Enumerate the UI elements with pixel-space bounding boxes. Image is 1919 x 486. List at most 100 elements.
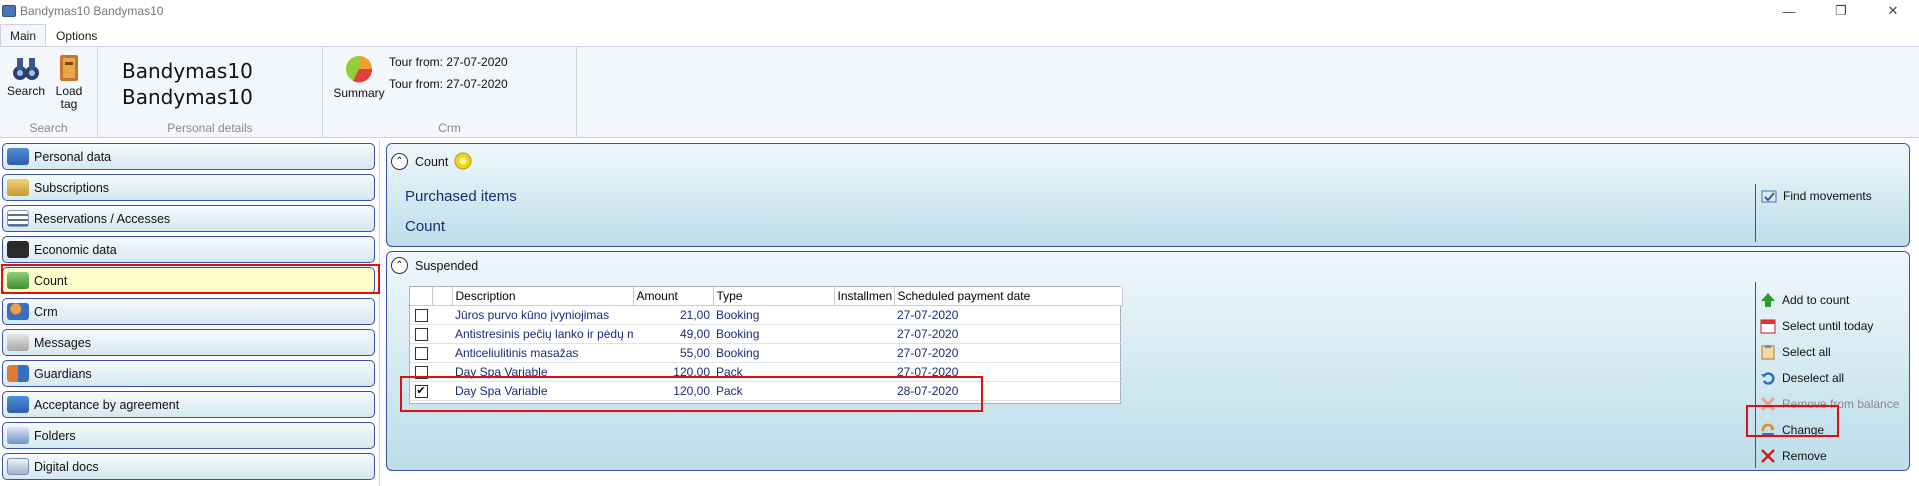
sidebar-item-subscriptions[interactable]: Subscriptions: [2, 174, 375, 201]
summary-label: Summary: [333, 86, 385, 100]
find-movements-button[interactable]: Find movements: [1761, 186, 1872, 206]
red-x-icon: [1760, 448, 1776, 464]
subscription-icon: [7, 179, 29, 196]
select-all-button[interactable]: Select all: [1760, 342, 1831, 362]
count-panel: ⌃ Count Purchased items Count Find movem…: [386, 143, 1910, 247]
sidebar: Personal data Subscriptions Reservations…: [0, 140, 380, 486]
sidebar-item-reservations[interactable]: Reservations / Accesses: [2, 205, 375, 232]
column-header-select[interactable]: [410, 287, 433, 306]
column-header-installment[interactable]: Installmen: [834, 287, 895, 306]
group-label-search: Search: [29, 121, 68, 135]
purchased-items-label: Purchased items: [405, 188, 517, 205]
cell-amount: 55,00: [633, 343, 713, 363]
highlight-box-selected-row: [400, 376, 983, 412]
suspended-panel-title: Suspended: [415, 259, 479, 273]
table-row[interactable]: Anticeliulitinis masažas 55,00 Booking 27-0…: [410, 343, 1122, 363]
binoculars-icon: [13, 58, 39, 80]
row-checkbox[interactable]: [410, 305, 432, 325]
column-header-type[interactable]: Type: [713, 287, 835, 306]
undo-icon: [1760, 370, 1776, 386]
restore-icon[interactable]: ❐: [1815, 0, 1867, 22]
action-label: Remove: [1782, 449, 1827, 463]
list-icon: [7, 210, 29, 227]
remove-button[interactable]: Remove: [1760, 446, 1827, 466]
sidebar-item-economic-data[interactable]: Economic data: [2, 236, 375, 263]
column-header-description[interactable]: Description: [452, 287, 634, 306]
tour-line-1: Tour from: 27-07-2020: [389, 55, 508, 69]
row-spacer: [432, 305, 452, 325]
calendar-icon: [1760, 318, 1776, 334]
row-checkbox[interactable]: [410, 324, 432, 344]
collapse-count-button[interactable]: ⌃: [391, 153, 408, 170]
cell-type: Booking: [713, 305, 834, 325]
close-icon[interactable]: ✕: [1867, 0, 1919, 22]
minimize-icon[interactable]: —: [1763, 0, 1815, 22]
cell-amount: 21,00: [633, 305, 713, 325]
column-header-scheduled-date[interactable]: Scheduled payment date: [894, 287, 1123, 306]
row-checkbox[interactable]: [410, 343, 432, 363]
load-tag-button[interactable]: Load tag: [52, 53, 86, 111]
sidebar-item-guardians[interactable]: Guardians: [2, 360, 375, 387]
group-label-crm: Crm: [438, 121, 461, 135]
summary-button[interactable]: Summary: [333, 53, 385, 100]
cell-installment: [834, 324, 894, 344]
suspended-panel-separator: [1755, 282, 1756, 468]
sidebar-item-personal-data[interactable]: Personal data: [2, 143, 375, 170]
action-label: Add to count: [1782, 293, 1850, 307]
action-label: Select until today: [1782, 319, 1874, 333]
count-panel-title: Count: [415, 155, 449, 169]
gear-icon: [454, 152, 472, 170]
ribbon-group-personal: Bandymas10 Bandymas10 Personal details: [98, 47, 323, 138]
table-row[interactable]: Jūros purvo kūno įvyniojimas 21,00 Booking…: [410, 305, 1122, 325]
cell-scheduled-date: 27-07-2020: [894, 324, 1122, 344]
search-label: Search: [6, 84, 46, 98]
sidebar-item-digital-docs[interactable]: Digital docs: [2, 453, 375, 480]
agreement-icon: [7, 396, 29, 413]
sidebar-item-label: Folders: [34, 428, 76, 443]
column-header-spacer: [432, 287, 453, 306]
deselect-all-button[interactable]: Deselect all: [1760, 368, 1844, 388]
cell-installment: [834, 343, 894, 363]
unchecked-checkbox[interactable]: [414, 346, 428, 360]
sidebar-item-label: Crm: [34, 304, 58, 319]
sidebar-item-label: Guardians: [34, 366, 92, 381]
sidebar-item-crm[interactable]: Crm: [2, 298, 375, 325]
collapse-suspended-button[interactable]: ⌃: [391, 257, 408, 274]
ribbon-group-search: Search Load tag Search: [0, 47, 98, 138]
highlight-box-change: [1746, 405, 1839, 437]
table-header-row: Description Amount Type Installmen Sched…: [410, 287, 1123, 306]
find-movements-icon: [1761, 188, 1777, 204]
sidebar-item-messages[interactable]: Messages: [2, 329, 375, 356]
tag-book-icon: [60, 55, 78, 81]
select-until-today-button[interactable]: Select until today: [1760, 316, 1873, 336]
sidebar-item-label: Digital docs: [34, 459, 99, 474]
row-spacer: [432, 324, 452, 344]
person-name-line1: Bandymas10: [122, 59, 253, 83]
sidebar-item-label: Acceptance by agreement: [34, 397, 180, 412]
add-to-count-button[interactable]: Add to count: [1760, 290, 1849, 310]
unchecked-checkbox[interactable]: [414, 308, 428, 322]
action-label: Deselect all: [1782, 371, 1845, 385]
search-button[interactable]: Search: [6, 53, 46, 98]
column-header-amount[interactable]: Amount: [633, 287, 714, 306]
window-controls: — ❐ ✕: [1763, 0, 1919, 22]
sidebar-item-label: Messages: [34, 335, 91, 350]
cell-description: Antistresinis pečių lanko ir pėdų m: [452, 324, 633, 344]
sidebar-item-label: Economic data: [34, 242, 117, 257]
crm-user-icon: [7, 303, 29, 320]
id-card-icon: [7, 148, 29, 165]
sidebar-item-folders[interactable]: Folders: [2, 422, 375, 449]
tab-options[interactable]: Options: [46, 24, 107, 46]
table-row[interactable]: Antistresinis pečių lanko ir pėdų m 49,00…: [410, 324, 1122, 344]
count-panel-separator: [1755, 184, 1756, 242]
cell-scheduled-date: 27-07-2020: [894, 305, 1122, 325]
cell-amount: 49,00: [633, 324, 713, 344]
guardians-icon: [7, 365, 29, 382]
app-icon: [2, 5, 16, 17]
unchecked-checkbox[interactable]: [414, 327, 428, 341]
ribbon-tabs: Main Options: [0, 24, 107, 46]
find-movements-label: Find movements: [1783, 189, 1872, 203]
window-title: Bandymas10 Bandymas10: [20, 4, 164, 18]
sidebar-item-acceptance[interactable]: Acceptance by agreement: [2, 391, 375, 418]
tab-main[interactable]: Main: [0, 24, 47, 46]
